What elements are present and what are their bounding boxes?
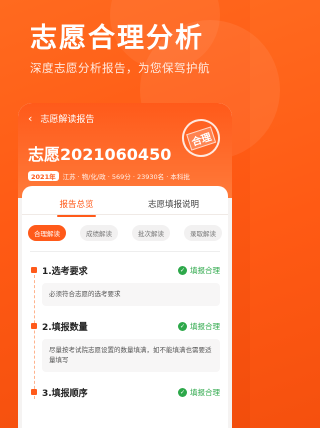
- status-badge: ✓ 填报合理: [178, 265, 220, 276]
- promo-headline: 志愿合理分析: [30, 23, 204, 54]
- chip-batch[interactable]: 批次解读: [132, 225, 170, 241]
- report-header: ‹ 志愿解读报告 志愿2021060450 2021年 江苏 · 物/化/政 ·…: [18, 103, 232, 198]
- section-order: 3.填报顺序 ✓ 填报合理: [31, 386, 220, 399]
- status-badge: ✓ 填报合理: [178, 387, 220, 398]
- phone-mockup: ‹ 志愿解读报告 志愿2021060450 2021年 江苏 · 物/化/政 ·…: [18, 103, 232, 428]
- status-label: 填报合理: [190, 387, 220, 397]
- section-body: 尽量按考试院志愿设置的数量填满，如不能填满也需要适量填写: [42, 338, 220, 372]
- analysis-sections: 1.选考要求 ✓ 填报合理 必须符合志愿的选考要求 2.填报数量 ✓ 填报合理: [22, 252, 228, 399]
- tab-bar: 报告总览 志愿填报说明: [22, 186, 228, 217]
- meta-text: 江苏 · 物/化/政 · 569分 · 23930名 · 本科批: [62, 173, 190, 181]
- section-title: 3.填报顺序: [42, 388, 88, 399]
- status-badge: ✓ 填报合理: [178, 321, 220, 332]
- timeline-dot: [31, 322, 37, 329]
- section-quantity: 2.填报数量 ✓ 填报合理 尽量按考试院志愿设置的数量填满，如不能填满也需要适量…: [31, 320, 220, 372]
- section-body: 必须符合志愿的选考要求: [42, 283, 220, 306]
- tab-instructions[interactable]: 志愿填报说明: [125, 191, 222, 210]
- year-badge: 2021年: [28, 171, 59, 181]
- tab-overview[interactable]: 报告总览: [28, 191, 125, 217]
- status-label: 填报合理: [190, 321, 220, 331]
- section-requirements: 1.选考要求 ✓ 填报合理 必须符合志愿的选考要求: [31, 264, 220, 306]
- section-title: 2.填报数量: [42, 322, 88, 333]
- nav-title: 志愿解读报告: [40, 115, 95, 125]
- status-label: 填报合理: [190, 266, 220, 275]
- chip-row: 合理解读 成绩解读 批次解读 录取解读: [22, 215, 228, 247]
- timeline-line: [34, 270, 35, 399]
- report-card: 报告总览 志愿填报说明 合理解读 成绩解读 批次解读 录取解读 1.选考要求 ✓…: [22, 186, 228, 428]
- chip-reasonable[interactable]: 合理解读: [28, 225, 66, 241]
- check-icon: ✓: [178, 387, 187, 397]
- chip-admission[interactable]: 录取解读: [184, 225, 222, 241]
- back-icon[interactable]: ‹: [28, 112, 32, 125]
- chip-score[interactable]: 成绩解读: [80, 225, 118, 241]
- report-meta: 2021年 江苏 · 物/化/政 · 569分 · 23930名 · 本科批: [28, 171, 222, 181]
- section-title: 1.选考要求: [42, 267, 88, 277]
- promo-subline: 深度志愿分析报告，为您保驾护航: [30, 61, 210, 75]
- timeline-dot: [31, 388, 37, 395]
- check-icon: ✓: [178, 266, 187, 275]
- timeline-dot: [31, 267, 37, 273]
- stamp-label: 合理: [186, 125, 216, 151]
- check-icon: ✓: [178, 321, 187, 331]
